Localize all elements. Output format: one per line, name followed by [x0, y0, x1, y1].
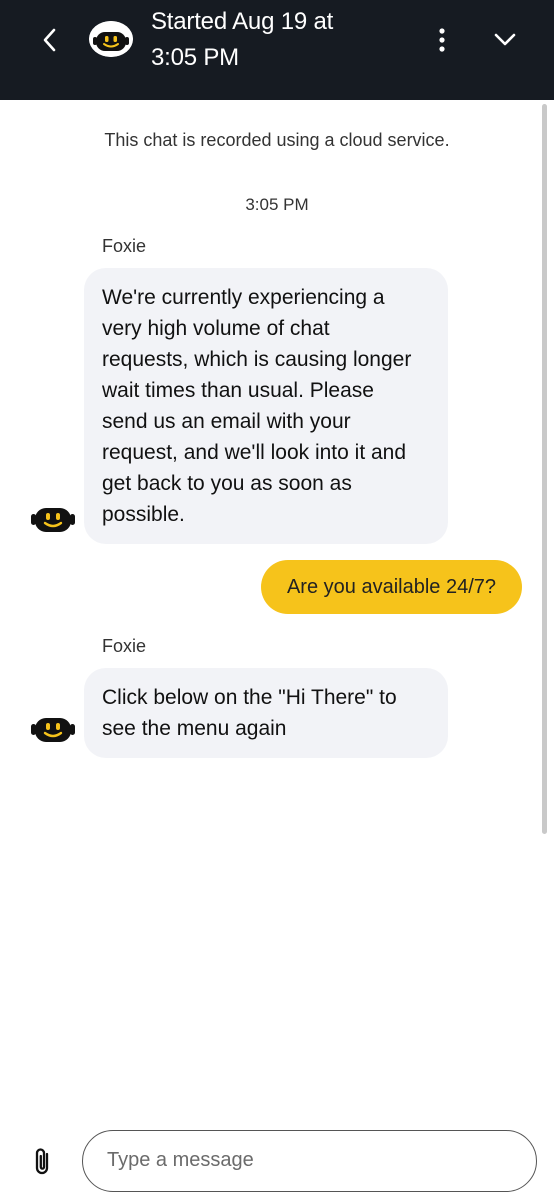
- bot-avatar: [27, 708, 79, 748]
- robot-avatar-icon: [31, 718, 75, 742]
- bot-message-bubble: We're currently experiencing a very high…: [84, 268, 448, 544]
- paperclip-icon: [35, 1148, 49, 1175]
- message-line: possible.: [102, 503, 185, 526]
- recording-notice: This chat is recorded using a cloud serv…: [104, 130, 450, 150]
- scrollbar-thumb[interactable]: [542, 104, 547, 834]
- chevron-down-icon: [494, 33, 516, 46]
- sender-name: Foxie: [102, 236, 147, 256]
- message-line: requests, which is causing longer: [102, 348, 412, 371]
- chat-header: Started Aug 19 at 3:05 PM: [0, 0, 554, 100]
- message-line: We're currently experiencing a: [102, 286, 385, 309]
- chat-window: Started Aug 19 at 3:05 PM This chat is r…: [0, 0, 554, 1200]
- user-message-bubble: Are you available 24/7?: [261, 560, 522, 614]
- message-line: send us an email with your: [102, 410, 351, 433]
- sender-name: Foxie: [102, 636, 147, 656]
- message-input[interactable]: [107, 1131, 507, 1189]
- chat-title-line-2: 3:05 PM: [151, 44, 239, 71]
- message-line: get back to you as soon as: [102, 472, 352, 495]
- scrollbar[interactable]: [540, 104, 548, 834]
- back-chevron-icon: [43, 28, 56, 52]
- chat-title-line-1: Started Aug 19 at: [151, 8, 334, 35]
- message-line: request, and we'll look into it and: [102, 441, 407, 464]
- back-button[interactable]: [36, 24, 64, 56]
- message-input-container[interactable]: [82, 1130, 537, 1192]
- minimize-chat-button[interactable]: [488, 26, 522, 54]
- bot-message-bubble: Click below on the "Hi There" to see the…: [84, 668, 448, 758]
- message-line: wait times than usual. Please: [102, 379, 374, 402]
- message-line: see the menu again: [102, 717, 287, 740]
- message-line: very high volume of chat: [102, 317, 330, 340]
- more-options-button[interactable]: [432, 24, 452, 56]
- attach-file-button[interactable]: [30, 1146, 56, 1178]
- robot-avatar-icon: [89, 21, 133, 57]
- bot-avatar: [89, 21, 133, 57]
- chat-title: Started Aug 19 at 3:05 PM: [151, 4, 391, 76]
- message-timestamp: 3:05 PM: [245, 195, 309, 214]
- robot-avatar-icon: [31, 508, 75, 532]
- message-line: Click below on the "Hi There" to: [102, 686, 397, 709]
- more-vertical-icon: [439, 28, 445, 52]
- bot-avatar: [27, 498, 79, 538]
